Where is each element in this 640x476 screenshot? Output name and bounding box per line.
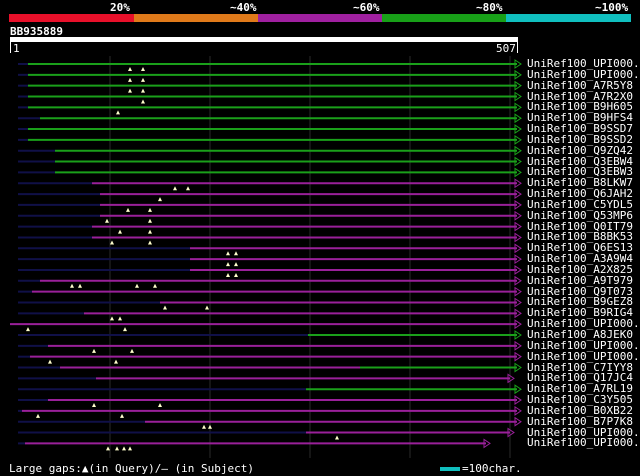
gap-marker <box>106 446 110 451</box>
gap-marker <box>202 424 206 429</box>
gap-marker <box>114 359 118 364</box>
gap-marker <box>26 327 30 332</box>
scale-bar <box>440 467 460 471</box>
gap-marker <box>141 88 145 93</box>
gap-marker <box>105 218 109 223</box>
gap-marker <box>141 99 145 104</box>
gap-marker <box>234 262 238 267</box>
hit-name-link[interactable]: UniRef100_UPI000.. <box>527 437 640 448</box>
gap-marker <box>226 251 230 256</box>
gap-marker <box>158 197 162 202</box>
gap-marker <box>163 305 167 310</box>
gap-marker <box>123 327 127 332</box>
gap-marker <box>78 283 82 288</box>
gap-marker <box>173 186 177 191</box>
gap-marker <box>70 283 74 288</box>
gap-marker <box>128 77 132 82</box>
gap-marker <box>208 424 212 429</box>
gap-marker <box>122 446 126 451</box>
gap-marker <box>128 446 132 451</box>
gap-marker <box>116 110 120 115</box>
gap-marker <box>148 207 152 212</box>
gap-marker <box>335 435 339 440</box>
gap-marker <box>110 240 114 245</box>
gap-marker <box>226 262 230 267</box>
gap-marker <box>128 88 132 93</box>
gap-marker <box>115 446 119 451</box>
gap-marker <box>141 67 145 71</box>
gap-marker <box>148 218 152 223</box>
gap-marker <box>148 240 152 245</box>
gap-marker <box>126 207 130 212</box>
gap-marker <box>141 77 145 82</box>
gap-marker <box>118 229 122 234</box>
gap-marker <box>148 229 152 234</box>
scale-legend: =100char. <box>440 462 522 475</box>
gap-marker <box>130 348 134 353</box>
gap-marker <box>128 67 132 71</box>
gap-marker <box>135 283 139 288</box>
gap-marker <box>92 403 96 408</box>
scale-label: =100char. <box>462 462 522 475</box>
gap-marker <box>120 413 124 418</box>
gap-marker <box>234 272 238 277</box>
gap-legend: Large gaps:▲(in Query)/– (in Subject) <box>9 462 255 475</box>
gap-marker <box>205 305 209 310</box>
gap-marker <box>158 403 162 408</box>
gap-marker <box>118 316 122 321</box>
gap-marker <box>226 272 230 277</box>
gap-marker <box>36 413 40 418</box>
gap-marker <box>186 186 190 191</box>
gap-marker <box>110 316 114 321</box>
gap-marker <box>153 283 157 288</box>
gap-marker <box>234 251 238 256</box>
gap-marker <box>48 359 52 364</box>
gap-marker <box>92 348 96 353</box>
